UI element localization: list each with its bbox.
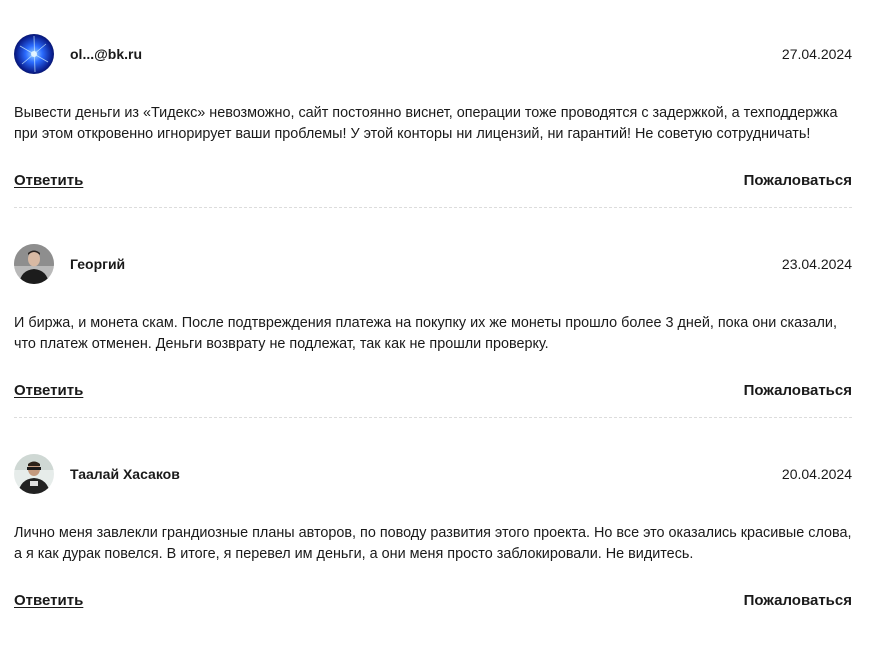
- reply-link[interactable]: Ответить: [14, 171, 83, 191]
- review-date: 20.04.2024: [781, 466, 852, 482]
- reviews-list: ol...@bk.ru 27.04.2024 Вывести деньги из…: [0, 0, 873, 622]
- review-item: ol...@bk.ru 27.04.2024 Вывести деньги из…: [14, 34, 852, 244]
- review-date: 27.04.2024: [781, 46, 852, 62]
- review-item: Георгий 23.04.2024 И биржа, и монета ска…: [14, 244, 852, 454]
- review-actions: Ответить Пожаловаться: [14, 381, 852, 401]
- review-date: 23.04.2024: [781, 256, 852, 272]
- complain-link[interactable]: Пожаловаться: [744, 171, 852, 191]
- review-author: Таалай Хасаков: [70, 466, 180, 482]
- review-divider: [14, 417, 852, 418]
- avatar: [14, 34, 54, 74]
- review-author: Георгий: [70, 256, 126, 272]
- review-divider: [14, 207, 852, 208]
- review-text: Вывести деньги из «Тидекс» невозможно, с…: [14, 105, 838, 142]
- avatar: [14, 244, 54, 284]
- review-author: ol...@bk.ru: [70, 46, 142, 62]
- review-header: Таалай Хасаков 20.04.2024: [14, 454, 852, 494]
- review-header: ol...@bk.ru 27.04.2024: [14, 34, 852, 74]
- avatar: [14, 454, 54, 494]
- review-header: Георгий 23.04.2024: [14, 244, 852, 284]
- review-text: И биржа, и монета скам. После подтврежде…: [14, 315, 837, 352]
- complain-link[interactable]: Пожаловаться: [744, 591, 852, 611]
- review-actions: Ответить Пожаловаться: [14, 591, 852, 611]
- reply-link[interactable]: Ответить: [14, 591, 83, 611]
- reply-link[interactable]: Ответить: [14, 381, 83, 401]
- complain-link[interactable]: Пожаловаться: [744, 381, 852, 401]
- review-text: Лично меня завлекли грандиозные планы ав…: [14, 525, 852, 562]
- review-item: Таалай Хасаков 20.04.2024 Лично меня зав…: [14, 454, 852, 664]
- review-actions: Ответить Пожаловаться: [14, 171, 852, 191]
